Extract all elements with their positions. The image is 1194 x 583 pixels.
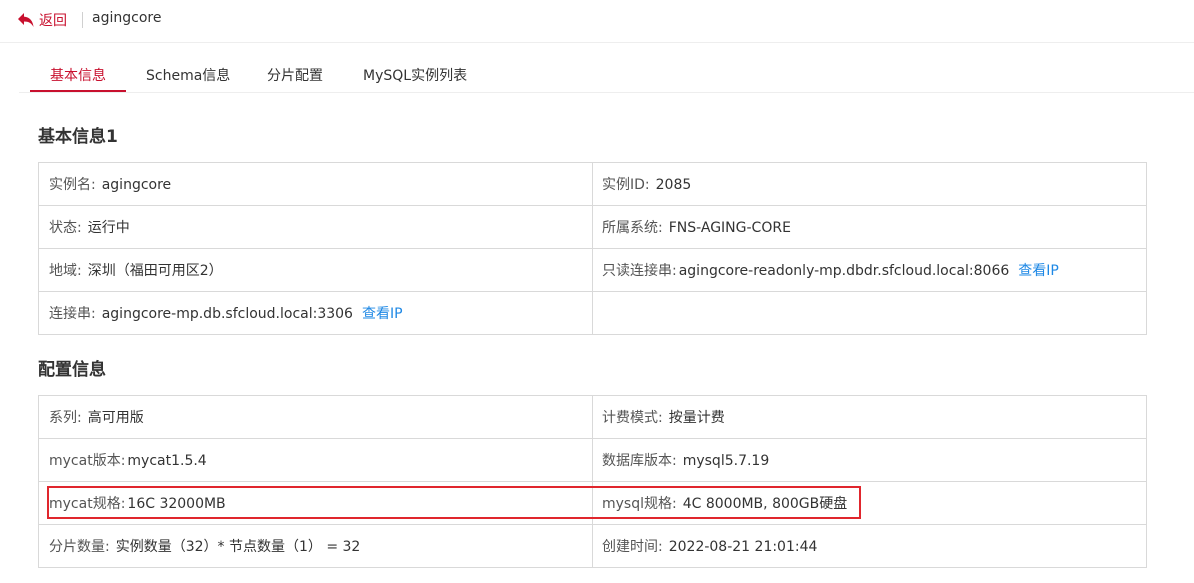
table-row: 地域: 深圳（福田可用区2） 只读连接串: agingcore-readonly-m… <box>38 248 1147 292</box>
config-info-table: 系列: 高可用版 计费模式: 按量计费 mycat版本: mycat1.5.4 数据库… <box>38 395 1147 568</box>
instance-name-value: agingcore <box>101 177 172 193</box>
tab-shard-config[interactable]: 分片配置 <box>267 65 323 85</box>
tab-bar: 基本信息 Schema信息 分片配置 MySQL实例列表 <box>19 54 1194 93</box>
header-divider <box>82 12 83 28</box>
basic-info-title: 基本信息1 <box>38 127 118 147</box>
readonly-conn-cell: 只读连接串: agingcore-readonly-mp.dbdr.sfcloud… <box>592 248 1147 292</box>
table-row: mycat版本: mycat1.5.4 数据库版本: mysql5.7.19 <box>38 438 1147 482</box>
mycat-version-cell: mycat版本: mycat1.5.4 <box>38 438 593 482</box>
conn-cell: 连接串: agingcore-mp.db.sfcloud.local:3306 查看… <box>38 291 593 335</box>
status-value: 运行中 <box>87 220 130 236</box>
instance-id-cell: 实例ID: 2085 <box>592 162 1147 206</box>
back-label: 返回 <box>39 13 67 29</box>
mysql-spec-cell: mysql规格: 4C 8000MB, 800GB硬盘 <box>592 481 1147 525</box>
readonly-view-ip-link[interactable]: 查看IP <box>1018 263 1059 279</box>
series-label: 系列: <box>49 410 82 426</box>
basic-info-table: 实例名: agingcore 实例ID: 2085 状态: 运行中 所属系统: FNS-… <box>38 162 1147 335</box>
system-label: 所属系统: <box>602 220 663 236</box>
empty-cell <box>592 291 1147 335</box>
instance-name-cell: 实例名: agingcore <box>38 162 593 206</box>
series-value: 高可用版 <box>87 410 144 426</box>
config-info-title: 配置信息 <box>38 360 106 380</box>
top-bar: 返回 agingcore <box>0 0 1194 43</box>
shard-count-value: 实例数量（32）* 节点数量（1） = 32 <box>115 539 361 555</box>
page-title: agingcore <box>92 10 162 26</box>
mycat-version-label: mycat版本: <box>49 453 126 469</box>
table-row: 状态: 运行中 所属系统: FNS-AGING-CORE <box>38 205 1147 249</box>
tab-schema-info[interactable]: Schema信息 <box>146 65 230 85</box>
mysql-spec-value: 4C 8000MB, 800GB硬盘 <box>682 496 848 512</box>
system-cell: 所属系统: FNS-AGING-CORE <box>592 205 1147 249</box>
system-value: FNS-AGING-CORE <box>668 220 791 236</box>
back-arrow-icon <box>18 13 34 27</box>
instance-name-label: 实例名: <box>49 177 96 193</box>
conn-value: agingcore-mp.db.sfcloud.local:3306 <box>101 306 353 322</box>
table-row: 系列: 高可用版 计费模式: 按量计费 <box>38 395 1147 439</box>
instance-id-value: 2085 <box>655 177 692 193</box>
table-row: 分片数量: 实例数量（32）* 节点数量（1） = 32 创建时间: 2022-08… <box>38 524 1147 568</box>
table-row: 连接串: agingcore-mp.db.sfcloud.local:3306 查看… <box>38 291 1147 335</box>
mycat-version-value: mycat1.5.4 <box>127 453 207 469</box>
table-row: 实例名: agingcore 实例ID: 2085 <box>38 162 1147 206</box>
db-version-value: mysql5.7.19 <box>682 453 770 469</box>
shard-count-cell: 分片数量: 实例数量（32）* 节点数量（1） = 32 <box>38 524 593 568</box>
conn-view-ip-link[interactable]: 查看IP <box>362 306 403 322</box>
db-version-label: 数据库版本: <box>602 453 677 469</box>
tab-basic-info[interactable]: 基本信息 <box>50 65 106 85</box>
billing-value: 按量计费 <box>668 410 725 426</box>
readonly-conn-value: agingcore-readonly-mp.dbdr.sfcloud.local… <box>678 263 1010 279</box>
region-label: 地域: <box>49 263 82 279</box>
db-version-cell: 数据库版本: mysql5.7.19 <box>592 438 1147 482</box>
conn-label: 连接串: <box>49 306 96 322</box>
readonly-conn-label: 只读连接串: <box>602 263 677 279</box>
instance-id-label: 实例ID: <box>602 177 650 193</box>
billing-cell: 计费模式: 按量计费 <box>592 395 1147 439</box>
table-row: mycat规格: 16C 32000MB mysql规格: 4C 8000MB, 8… <box>38 481 1147 525</box>
back-button[interactable]: 返回 <box>17 10 67 30</box>
region-cell: 地域: 深圳（福田可用区2） <box>38 248 593 292</box>
shard-count-label: 分片数量: <box>49 539 110 555</box>
created-time-value: 2022-08-21 21:01:44 <box>668 539 818 555</box>
billing-label: 计费模式: <box>602 410 663 426</box>
region-value: 深圳（福田可用区2） <box>87 263 223 279</box>
created-time-label: 创建时间: <box>602 539 663 555</box>
created-time-cell: 创建时间: 2022-08-21 21:01:44 <box>592 524 1147 568</box>
mycat-spec-label: mycat规格: <box>49 496 126 512</box>
status-cell: 状态: 运行中 <box>38 205 593 249</box>
status-label: 状态: <box>49 220 82 236</box>
active-tab-indicator <box>30 90 126 92</box>
mycat-spec-value: 16C 32000MB <box>127 496 226 512</box>
mysql-spec-label: mysql规格: <box>602 496 677 512</box>
tab-mysql-instances[interactable]: MySQL实例列表 <box>363 65 467 85</box>
mycat-spec-cell: mycat规格: 16C 32000MB <box>38 481 593 525</box>
series-cell: 系列: 高可用版 <box>38 395 593 439</box>
